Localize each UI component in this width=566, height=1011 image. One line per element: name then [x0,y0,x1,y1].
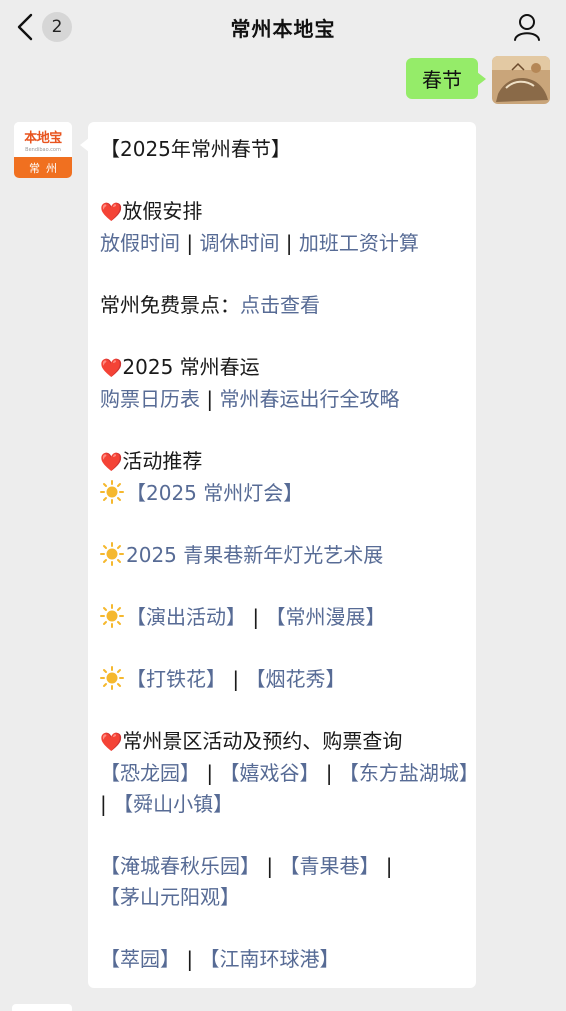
link-fireworks[interactable]: 【烟花秀】 [245,667,345,691]
scenic-row: 【淹城春秋乐园】 | 【青果巷】 | [100,854,393,878]
activity-row: 【打铁花】 | 【烟花秀】 [100,664,462,695]
activity-row: 【2025 常州灯会】 [100,478,462,509]
link-playful-valley[interactable]: 【嬉戏谷】 [219,761,319,785]
link-shunshan-town[interactable]: 【舜山小镇】 [113,792,233,816]
link-light-show[interactable]: 2025 青果巷新年灯光艺术展 [126,543,383,567]
section-heading: 2025 常州春运 [122,355,260,379]
activity-row: 【演出活动】 | 【常州漫展】 [100,602,462,633]
link-maoshan-temple[interactable]: 【茅山元阳观】 [100,885,240,909]
section-heading: 活动推荐 [122,449,203,473]
link-yancheng-park[interactable]: 【淹城春秋乐园】 [100,854,260,878]
scenic-row: 【茅山元阳观】 [100,882,462,913]
section-holiday: ❤️放假安排 [100,196,462,228]
activity-row: 2025 青果巷新年灯光艺术展 [100,540,462,571]
bot-avatar[interactable]: 本地宝 Bendibao.com 常州 [14,122,72,178]
chevron-left-icon [17,13,33,41]
link-ticket-calendar[interactable]: 购票日历表 [100,387,200,411]
section-activities: ❤️活动推荐 [100,446,462,478]
message-title: 【2025年常州春节】 [100,137,291,161]
sun-icon [100,480,124,504]
heart-icon: ❤️ [100,202,123,223]
link-lantern-fair[interactable]: 【2025 常州灯会】 [126,481,303,505]
section-heading: 放假安排 [122,199,203,223]
bot-avatar-logo: 本地宝 Bendibao.com [14,122,72,157]
sun-icon [100,666,124,690]
bot-logo-subtext: Bendibao.com [25,146,61,153]
bot-avatar-city: 常州 [14,157,72,178]
bot-logo-text: 本地宝 [24,130,62,146]
link-cui-garden[interactable]: 【萃园】 [100,947,180,971]
link-dino-park[interactable]: 【恐龙园】 [100,761,200,785]
link-adjusted-workdays[interactable]: 调休时间 [199,231,279,255]
user-avatar[interactable] [492,56,550,104]
link-comic-expo[interactable]: 【常州漫展】 [265,605,385,629]
link-global-harbour[interactable]: 【江南环球港】 [199,947,339,971]
sun-icon [100,604,124,628]
chat-title: 常州本地宝 [230,16,336,41]
avatar-image [492,56,550,104]
link-iron-flowers[interactable]: 【打铁花】 [126,667,226,691]
section-scenic: ❤️常州景区活动及预约、购票查询 [100,726,462,758]
link-performances[interactable]: 【演出活动】 [126,605,246,629]
person-icon[interactable] [512,12,542,42]
link-travel-guide[interactable]: 常州春运出行全攻略 [219,387,399,411]
incoming-message-bubble: 【2025年常州春节】 ❤️放假安排 放假时间 | 调休时间 | 加班工资计算 … [80,122,479,988]
link-holiday-time[interactable]: 放假时间 [100,231,180,255]
sun-icon [100,542,124,566]
spring-travel-links: 购票日历表 | 常州春运出行全攻略 [100,387,400,411]
outgoing-message-row: 春节 [406,56,550,104]
heart-icon: ❤️ [100,452,123,473]
free-spots-label: 常州免费景点： [100,293,240,317]
scenic-row: 【恐龙园】 | 【嬉戏谷】 | 【东方盐湖城】 [100,761,479,785]
link-qingguo-lane[interactable]: 【青果巷】 [279,854,379,878]
link-overtime-pay[interactable]: 加班工资计算 [299,231,419,255]
back-button[interactable]: 2 [14,10,72,44]
scenic-row: | 【舜山小镇】 [100,792,234,816]
section-spring-travel: ❤️2025 常州春运 [100,352,462,384]
free-spots-row: 常州免费景点：点击查看 [100,290,462,321]
heart-icon: ❤️ [100,732,123,753]
link-salt-lake-city[interactable]: 【东方盐湖城】 [339,761,479,785]
chat-header: 2 常州本地宝 [0,0,566,54]
next-message-stub [12,1004,72,1011]
outgoing-message-bubble[interactable]: 春节 [406,58,486,99]
scenic-row: 【萃园】 | 【江南环球港】 [100,947,340,971]
section-heading: 常州景区活动及预约、购票查询 [122,729,403,753]
holiday-links: 放假时间 | 调休时间 | 加班工资计算 [100,231,419,255]
unread-count-badge: 2 [42,12,72,42]
heart-icon: ❤️ [100,358,123,379]
link-free-spots[interactable]: 点击查看 [240,293,320,317]
